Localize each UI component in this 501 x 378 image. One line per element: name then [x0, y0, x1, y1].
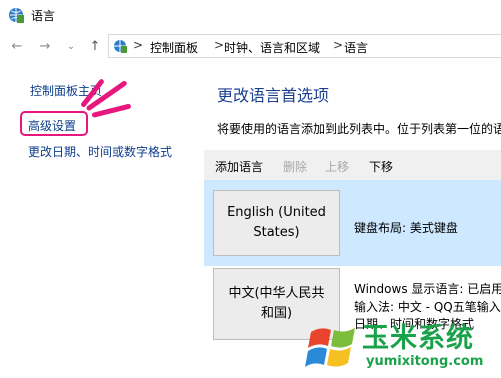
move-up-button[interactable]: 上移 — [325, 158, 349, 175]
breadcrumb-language[interactable]: 语言 — [344, 39, 368, 56]
sidebar-item-change-date-time-format[interactable]: 更改日期、时间或数字格式 — [28, 143, 172, 160]
page-title: 更改语言首选项 — [217, 86, 330, 105]
address-bar[interactable]: > 控制面板 > 时钟、语言和区域 > 语言 — [108, 34, 501, 58]
breadcrumb-control-panel[interactable]: 控制面板 — [150, 39, 198, 56]
title-bar: 语言 — [0, 0, 501, 30]
breadcrumb-separator: > — [333, 38, 344, 52]
breadcrumb-separator: > — [214, 38, 225, 52]
chevron-down-icon[interactable]: ⌄ — [62, 38, 80, 56]
language-name-line: States) — [253, 225, 300, 240]
language-globe-icon — [9, 8, 24, 23]
windows-logo-icon — [305, 328, 355, 367]
move-down-button[interactable]: 下移 — [369, 158, 393, 175]
back-arrow-icon[interactable]: ← — [8, 38, 26, 56]
watermark-url: yumixitong.com — [366, 354, 484, 369]
remove-button[interactable]: 删除 — [283, 158, 307, 175]
input-method-info: 输入法: 中文 - QQ五笔输入 — [354, 300, 501, 314]
watermark-brand: 玉米系统 — [362, 323, 474, 354]
language-name-line: English (United — [227, 205, 326, 220]
window-title: 语言 — [31, 9, 56, 23]
breadcrumb-separator: > — [133, 38, 144, 52]
keyboard-layout-info: 键盘布局: 美式键盘 — [354, 221, 458, 235]
up-arrow-icon[interactable]: ↑ — [86, 38, 104, 56]
highlight-box — [20, 111, 88, 136]
page-description: 将要使用的语言添加到此列表中。位于列表第一位的语 — [217, 122, 501, 136]
control-panel-icon — [114, 40, 127, 53]
forward-arrow-icon[interactable]: → — [36, 38, 54, 56]
language-name-line: 中文(中华人民共 — [228, 286, 325, 301]
display-language-info: Windows 显示语言: 已启用 — [354, 282, 501, 296]
annotation-stroke — [91, 103, 132, 118]
language-option-english[interactable]: English (United States) — [213, 190, 340, 256]
add-language-button[interactable]: 添加语言 — [215, 158, 263, 175]
breadcrumb-clock-language-region[interactable]: 时钟、语言和区域 — [224, 39, 320, 56]
